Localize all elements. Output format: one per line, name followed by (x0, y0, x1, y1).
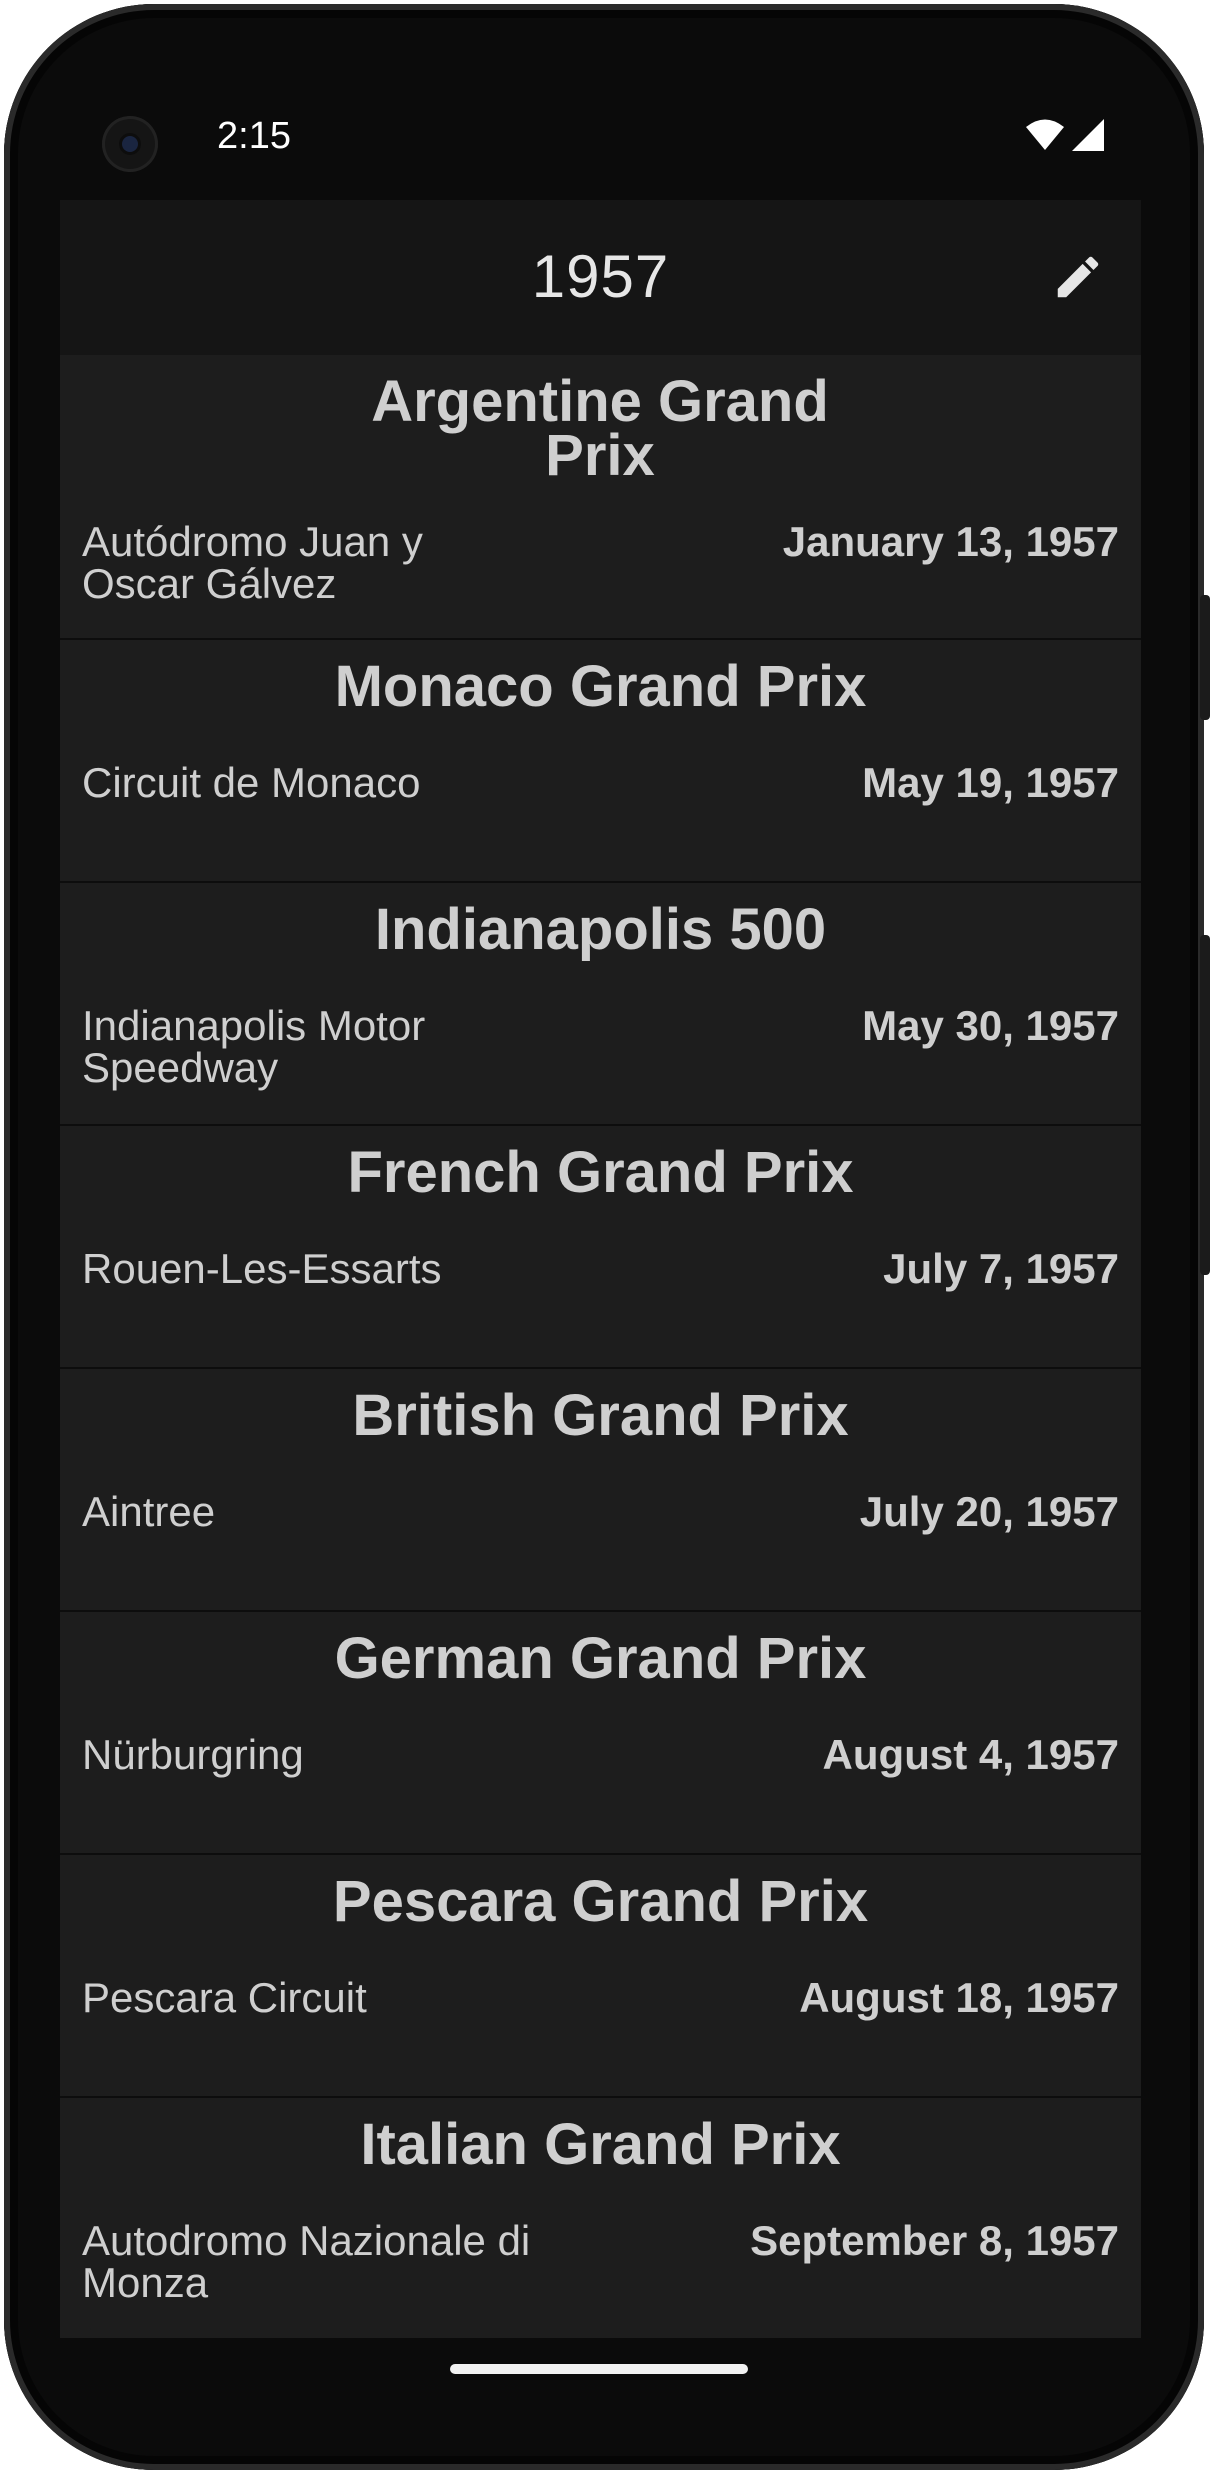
race-date: January 13, 1957 (782, 518, 1119, 565)
race-name: Italian Grand Prix (360, 2112, 841, 2177)
front-camera (102, 116, 158, 172)
volume-button (1200, 935, 1210, 1275)
power-button (1200, 595, 1210, 720)
race-item[interactable]: Monaco Grand Prix Circuit de Monaco May … (60, 640, 1141, 883)
race-name: Indianapolis 500 (374, 897, 827, 962)
status-bar: 2:15 (60, 100, 1141, 200)
race-item[interactable]: French Grand Prix Rouen-Les-Essarts July… (60, 1126, 1141, 1369)
race-name: British Grand Prix (352, 1383, 849, 1448)
race-item[interactable]: Argentine Grand Prix Autódromo Juan y Os… (60, 355, 1141, 640)
race-circuit: Nürburgring (82, 1731, 304, 1778)
race-date: July 7, 1957 (883, 1245, 1119, 1292)
race-circuit: Aintree (82, 1488, 216, 1535)
race-item[interactable]: Pescara Grand Prix Pescara Circuit Augus… (60, 1855, 1141, 2098)
race-circuit: Pescara Circuit (82, 1974, 367, 2021)
race-name: Monaco Grand Prix (334, 654, 867, 719)
race-name: German Grand Prix (334, 1626, 867, 1691)
home-indicator[interactable] (450, 2364, 748, 2374)
race-name: Argentine Grand Prix (371, 369, 829, 488)
race-circuit: Autodromo Nazionale di Monza (82, 2217, 531, 2306)
race-item[interactable]: British Grand Prix Aintree July 20, 1957 (60, 1369, 1141, 1612)
race-circuit: Circuit de Monaco (82, 759, 421, 806)
race-item[interactable]: German Grand Prix Nürburgring August 4, … (60, 1612, 1141, 1855)
race-date: May 19, 1957 (862, 759, 1119, 806)
cellular-signal-icon (1072, 119, 1104, 151)
race-name: French Grand Prix (347, 1140, 854, 1205)
pencil-icon (1057, 256, 1099, 298)
status-clock: 2:15 (217, 115, 291, 157)
app-bar: 1957 (60, 200, 1141, 355)
race-item[interactable]: Indianapolis 500 Indianapolis Motor Spee… (60, 883, 1141, 1126)
race-circuit: Rouen-Les-Essarts (82, 1245, 442, 1292)
race-name: Pescara Grand Prix (332, 1869, 869, 1934)
race-list: Argentine Grand Prix Autódromo Juan y Os… (60, 355, 1141, 2338)
race-date: August 18, 1957 (799, 1974, 1119, 2021)
race-circuit: Autódromo Juan y Oscar Gálvez (82, 518, 423, 607)
status-icons (1025, 118, 1105, 152)
race-circuit: Indianapolis Motor Speedway (82, 1002, 426, 1091)
edit-button[interactable] (1045, 244, 1111, 310)
app-screen: 1957 Argentine Grand Prix Autódromo Juan… (60, 200, 1141, 2338)
page-title: 1957 (531, 243, 670, 310)
wifi-icon (1026, 119, 1064, 150)
race-date: August 4, 1957 (822, 1731, 1119, 1778)
race-date: May 30, 1957 (862, 1002, 1119, 1049)
race-date: July 20, 1957 (859, 1488, 1119, 1535)
race-date: September 8, 1957 (750, 2217, 1119, 2264)
race-item[interactable]: Italian Grand Prix Autodromo Nazionale d… (60, 2098, 1141, 2338)
